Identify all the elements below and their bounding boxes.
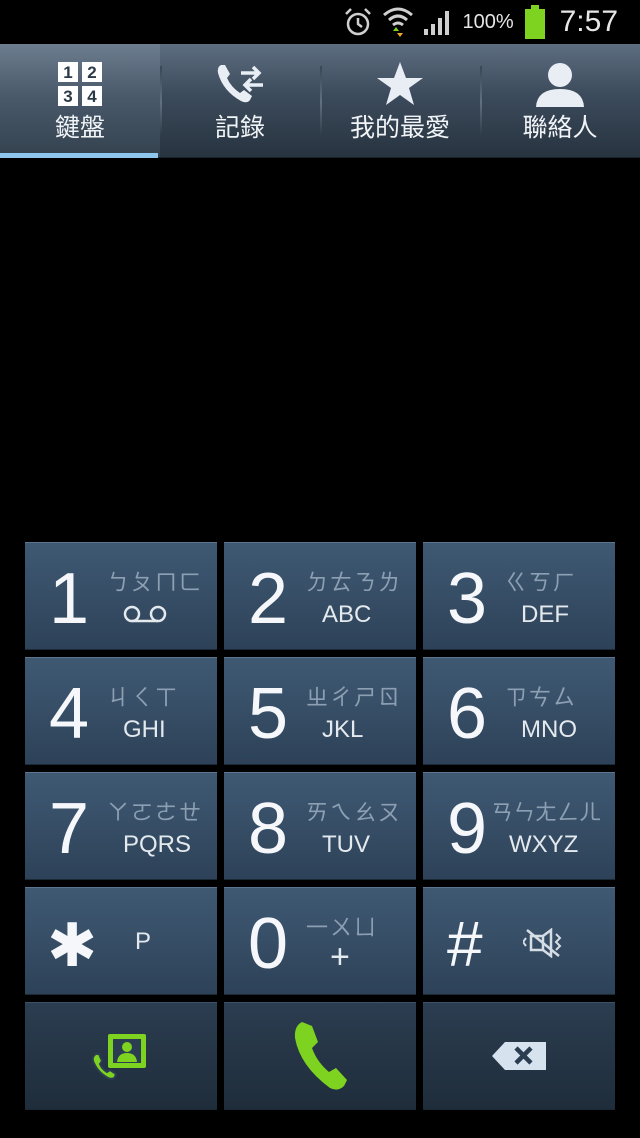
key-letters: DEF [521, 601, 569, 628]
key-digit: 2 [248, 559, 289, 639]
key-letters: GHI [123, 716, 166, 743]
wifi-icon [382, 5, 414, 39]
battery-icon [524, 5, 546, 39]
key-5[interactable]: 5 ㄓㄔㄕㄖ JKL [224, 657, 416, 765]
svg-text:2: 2 [87, 63, 96, 82]
key-letters: PQRS [123, 831, 192, 858]
tab-bar: 1 2 3 4 鍵盤 記錄 我的最愛 聯絡人 [0, 44, 640, 158]
battery-percent: 100% [462, 10, 514, 33]
key-zhuyin: ㄅㄆㄇㄈ [107, 571, 204, 596]
key-letters: TUV [322, 831, 370, 858]
voicemail-icon [121, 603, 169, 629]
key-zhuyin: ㄍㄎㄏ [505, 571, 578, 596]
key-zhuyin: ㄗㄘㄙ [505, 686, 578, 711]
key-4[interactable]: 4 ㄐㄑㄒ GHI [25, 657, 217, 765]
call-button[interactable] [224, 1002, 416, 1110]
key-zhuyin: ㄐㄑㄒ [107, 686, 180, 711]
key-digit: # [447, 908, 483, 980]
key-8[interactable]: 8 ㄞㄟㄠㄡ TUV [224, 772, 416, 880]
key-zhuyin: ㄢㄣㄤㄥㄦ [491, 801, 602, 826]
key-digit: 4 [49, 674, 90, 754]
key-6[interactable]: 6 ㄗㄘㄙ MNO [423, 657, 615, 765]
call-icon [224, 1003, 416, 1109]
key-digit: 1 [49, 559, 90, 639]
status-bar: 100% 7:57 [0, 0, 640, 44]
key-letters: MNO [521, 716, 577, 743]
key-letters: + [330, 938, 350, 976]
key-digit: 3 [447, 559, 488, 639]
key-digit: 8 [248, 789, 289, 869]
active-tab-indicator [0, 153, 158, 158]
key-letters: ABC [322, 601, 372, 628]
key-0[interactable]: 0 一ㄨㄩ + [224, 887, 416, 995]
tab-keypad[interactable]: 1 2 3 4 鍵盤 [0, 44, 160, 158]
key-zhuyin: ㄞㄟㄠㄡ [306, 801, 403, 826]
key-3[interactable]: 3 ㄍㄎㄏ DEF [423, 542, 615, 650]
key-digit: 6 [447, 674, 488, 754]
key-1[interactable]: 1 ㄅㄆㄇㄈ [25, 542, 217, 650]
tab-label: 記錄 [214, 113, 265, 142]
backspace-icon [423, 1003, 615, 1109]
tab-label: 鍵盤 [54, 113, 105, 142]
contact-icon [535, 61, 585, 107]
key-9[interactable]: 9 ㄢㄣㄤㄥㄦ WXYZ [423, 772, 615, 880]
clock: 7:57 [559, 5, 618, 38]
key-digit: 0 [248, 904, 289, 984]
keypad-icon: 1 2 3 4 [57, 61, 103, 107]
tab-call-log[interactable]: 記錄 [160, 44, 320, 157]
backspace-button[interactable] [423, 1002, 615, 1110]
key-zhuyin: ㄉㄊㄋㄌ [306, 571, 403, 596]
key-digit: 9 [447, 789, 488, 869]
svg-text:4: 4 [87, 87, 97, 106]
key-letters: WXYZ [509, 831, 579, 858]
key-letters: P [135, 928, 152, 955]
alarm-icon [342, 6, 374, 38]
key-zhuyin: ㄓㄔㄕㄖ [306, 686, 403, 711]
key-pound[interactable]: # [423, 887, 615, 995]
key-digit: 7 [49, 789, 90, 869]
key-7[interactable]: 7 ㄚㄛㄜㄝ PQRS [25, 772, 217, 880]
key-zhuyin: ㄚㄛㄜㄝ [107, 801, 204, 826]
tab-contacts[interactable]: 聯絡人 [480, 44, 640, 157]
svg-text:3: 3 [63, 87, 72, 106]
key-digit: 5 [248, 674, 289, 754]
tab-favorites[interactable]: 我的最愛 [320, 44, 480, 157]
key-digit: ✱ [47, 912, 98, 979]
tab-label: 我的最愛 [349, 113, 450, 142]
svg-text:1: 1 [63, 63, 72, 82]
add-contact-button[interactable] [25, 1002, 217, 1110]
mute-icon [521, 927, 567, 962]
star-icon [376, 61, 424, 107]
key-letters: JKL [322, 716, 364, 743]
signal-icon [422, 7, 454, 37]
tab-label: 聯絡人 [522, 113, 598, 142]
add-contact-icon [25, 1003, 217, 1109]
key-2[interactable]: 2 ㄉㄊㄋㄌ ABC [224, 542, 416, 650]
key-star[interactable]: ✱ P [25, 887, 217, 995]
call-log-icon [215, 61, 265, 107]
